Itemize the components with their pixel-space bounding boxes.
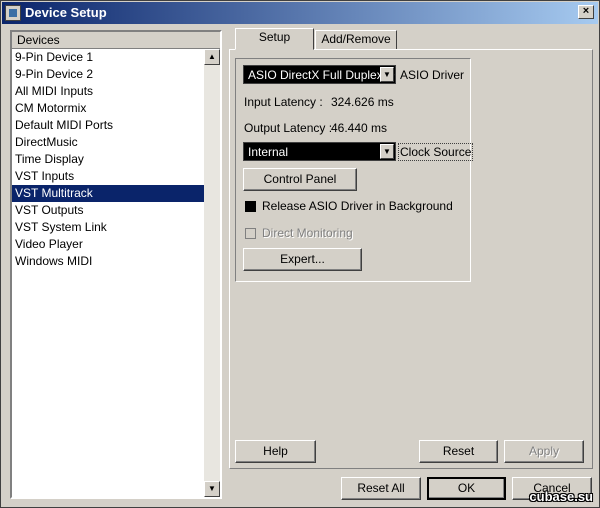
input-latency-value: 324.626 ms xyxy=(331,95,394,109)
expert-button[interactable]: Expert... xyxy=(243,248,362,271)
clock-source-value: Internal xyxy=(248,145,289,159)
input-latency-label: Input Latency : xyxy=(244,95,323,109)
watermark-text: cubase.su xyxy=(529,489,593,504)
direct-monitoring-checkbox[interactable] xyxy=(245,228,256,239)
list-item[interactable]: VST Outputs xyxy=(12,202,204,219)
title-bar[interactable]: Device Setup × xyxy=(2,2,598,24)
asio-driver-label: ASIO Driver xyxy=(400,68,465,82)
apply-button[interactable]: Apply xyxy=(504,440,584,463)
list-item[interactable]: All MIDI Inputs xyxy=(12,83,204,100)
reset-button[interactable]: Reset xyxy=(419,440,498,463)
devices-list: Devices 9-Pin Device 1 9-Pin Device 2 All … xyxy=(10,30,222,499)
list-item[interactable]: DirectMusic xyxy=(12,134,204,151)
devices-scrollbar[interactable]: ▲ ▼ xyxy=(204,49,220,497)
chevron-down-icon[interactable]: ▼ xyxy=(380,144,394,159)
device-setup-window: Device Setup × Devices 9-Pin Device 1 9-P… xyxy=(0,0,600,508)
tab-setup[interactable]: Setup xyxy=(235,28,314,50)
list-item[interactable]: Video Player xyxy=(12,236,204,253)
help-button[interactable]: Help xyxy=(235,440,316,463)
direct-monitoring-label: Direct Monitoring xyxy=(262,226,353,240)
control-panel-button[interactable]: Control Panel xyxy=(243,168,357,191)
ok-button[interactable]: OK xyxy=(427,477,506,500)
scroll-down-icon[interactable]: ▼ xyxy=(204,481,220,497)
release-asio-label: Release ASIO Driver in Background xyxy=(262,199,453,213)
list-item[interactable]: Default MIDI Ports xyxy=(12,117,204,134)
app-icon xyxy=(5,5,21,21)
chevron-down-icon[interactable]: ▼ xyxy=(380,67,394,82)
clock-source-select[interactable]: Internal ▼ xyxy=(243,142,396,161)
release-asio-checkbox[interactable] xyxy=(245,201,256,212)
list-item[interactable]: Windows MIDI xyxy=(12,253,204,270)
asio-driver-value: ASIO DirectX Full Duplex Dri xyxy=(248,68,396,82)
window-title: Device Setup xyxy=(25,5,107,20)
output-latency-label: Output Latency : xyxy=(244,121,333,135)
list-item[interactable]: VST Multitrack xyxy=(12,185,204,202)
close-button[interactable]: × xyxy=(578,5,594,19)
list-item[interactable]: 9-Pin Device 1 xyxy=(12,49,204,66)
list-item[interactable]: VST System Link xyxy=(12,219,204,236)
list-item[interactable]: CM Motormix xyxy=(12,100,204,117)
asio-driver-select[interactable]: ASIO DirectX Full Duplex Dri ▼ xyxy=(243,65,396,84)
clock-source-label: Clock Source xyxy=(398,143,474,161)
devices-list-header: Devices xyxy=(12,32,220,49)
device-items: 9-Pin Device 1 9-Pin Device 2 All MIDI Inp… xyxy=(12,49,204,270)
scroll-up-icon[interactable]: ▲ xyxy=(204,49,220,65)
reset-all-button[interactable]: Reset All xyxy=(341,477,421,500)
list-item[interactable]: 9-Pin Device 2 xyxy=(12,66,204,83)
list-item[interactable]: VST Inputs xyxy=(12,168,204,185)
output-latency-value: 46.440 ms xyxy=(331,121,388,135)
list-item[interactable]: Time Display xyxy=(12,151,204,168)
tab-add-remove[interactable]: Add/Remove xyxy=(315,30,397,50)
